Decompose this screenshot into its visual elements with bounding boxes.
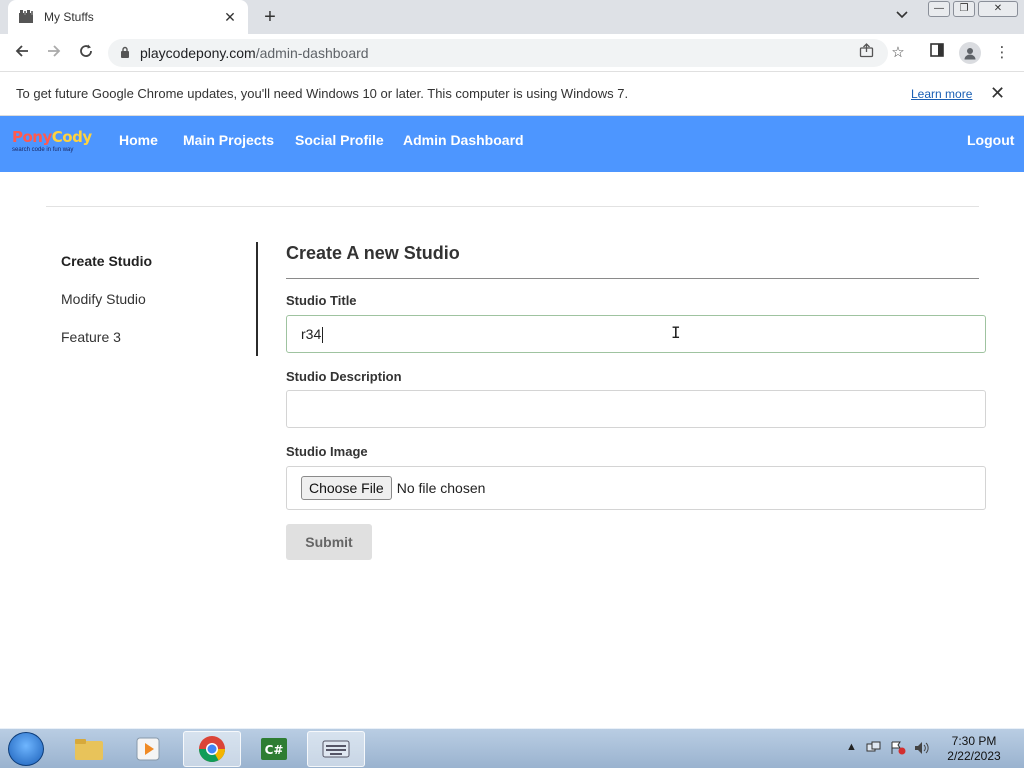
action-center-tray-icon[interactable] — [890, 741, 906, 758]
tab-close-icon[interactable]: ✕ — [222, 9, 238, 26]
url-text: playcodepony.com/admin-dashboard — [140, 45, 369, 61]
site-navbar: PonyCody search code in fun way Home Mai… — [0, 116, 1024, 172]
info-bar-close-icon[interactable]: ✕ — [990, 83, 1005, 104]
minimize-icon[interactable]: — — [928, 1, 950, 17]
choose-file-button[interactable]: Choose File — [301, 476, 392, 500]
back-arrow-icon[interactable] — [11, 42, 33, 64]
studio-description-input[interactable] — [286, 390, 986, 428]
admin-sidebar: Create Studio Modify Studio Feature 3 — [46, 242, 258, 356]
nav-main-projects[interactable]: Main Projects — [183, 132, 274, 148]
studio-image-file-input: Choose File No file chosen — [286, 466, 986, 510]
nav-social-profile[interactable]: Social Profile — [295, 132, 384, 148]
network-tray-icon[interactable] — [866, 741, 882, 758]
update-info-bar: To get future Google Chrome updates, you… — [0, 72, 1024, 116]
logo-wordmark: PonyCody — [12, 128, 92, 146]
start-button-icon[interactable] — [8, 732, 44, 766]
side-panel-icon[interactable] — [927, 43, 947, 63]
ponycody-logo[interactable]: PonyCody search code in fun way — [12, 128, 94, 158]
new-tab-button[interactable]: + — [259, 6, 281, 28]
browser-tab[interactable]: My Stuffs ✕ — [8, 0, 248, 34]
volume-tray-icon[interactable] — [914, 741, 930, 758]
tray-expand-icon[interactable]: ▲ — [846, 741, 857, 753]
logo-tagline: search code in fun way — [12, 147, 74, 153]
svg-text:C#: C# — [265, 743, 284, 757]
content-divider — [46, 206, 979, 207]
studio-title-input[interactable]: r34 — [286, 315, 986, 353]
studio-title-value: r34 — [301, 326, 322, 342]
address-bar[interactable]: playcodepony.com/admin-dashboard — [108, 39, 888, 67]
forward-arrow-icon[interactable] — [43, 42, 65, 64]
keyboard-app-icon[interactable] — [307, 731, 365, 767]
bookmark-star-icon[interactable]: ☆ — [888, 43, 908, 63]
windows-taskbar: C# ▲ 7:30 PM 2/22/2023 — [0, 728, 1024, 768]
submit-button[interactable]: Submit — [286, 524, 372, 560]
nav-admin-dashboard[interactable]: Admin Dashboard — [403, 132, 524, 148]
browser-tab-strip: My Stuffs ✕ + — ❐ ✕ — [0, 0, 1024, 34]
clock-time: 7:30 PM — [951, 734, 997, 748]
sidebar-item-feature-3[interactable]: Feature 3 — [61, 329, 121, 345]
studio-description-label: Studio Description — [286, 369, 402, 384]
browser-toolbar: playcodepony.com/admin-dashboard ☆ ⋮ — [0, 34, 1024, 72]
window-close-icon[interactable]: ✕ — [978, 1, 1018, 17]
clock-date: 2/22/2023 — [947, 749, 1001, 763]
learn-more-link[interactable]: Learn more — [911, 87, 972, 101]
logout-link[interactable]: Logout — [967, 132, 1014, 148]
sidebar-item-create-studio[interactable]: Create Studio — [61, 253, 152, 269]
file-explorer-icon[interactable] — [60, 731, 118, 767]
menu-kebab-icon[interactable]: ⋮ — [992, 43, 1012, 63]
studio-image-label: Studio Image — [286, 444, 368, 459]
tab-title: My Stuffs — [44, 10, 94, 24]
taskbar-clock[interactable]: 7:30 PM 2/22/2023 — [938, 734, 1010, 764]
share-icon[interactable] — [856, 43, 876, 63]
title-divider — [286, 278, 979, 279]
profile-avatar-icon[interactable] — [959, 42, 981, 64]
lock-icon — [120, 46, 130, 61]
sidebar-item-modify-studio[interactable]: Modify Studio — [61, 291, 146, 307]
media-player-icon[interactable] — [120, 731, 178, 767]
reload-icon[interactable] — [75, 42, 97, 64]
text-caret — [322, 327, 324, 344]
studio-title-label: Studio Title — [286, 293, 357, 308]
chrome-icon[interactable] — [183, 731, 241, 767]
restore-icon[interactable]: ❐ — [953, 1, 975, 17]
info-bar-message: To get future Google Chrome updates, you… — [16, 86, 629, 101]
site-favicon-icon — [18, 9, 34, 25]
nav-home[interactable]: Home — [119, 132, 158, 148]
text-cursor-icon: I — [671, 323, 681, 342]
page-title: Create A new Studio — [286, 243, 460, 263]
no-file-chosen-text: No file chosen — [396, 480, 486, 496]
tab-search-chevron-icon[interactable] — [896, 8, 908, 22]
csharp-icon[interactable]: C# — [245, 731, 303, 767]
